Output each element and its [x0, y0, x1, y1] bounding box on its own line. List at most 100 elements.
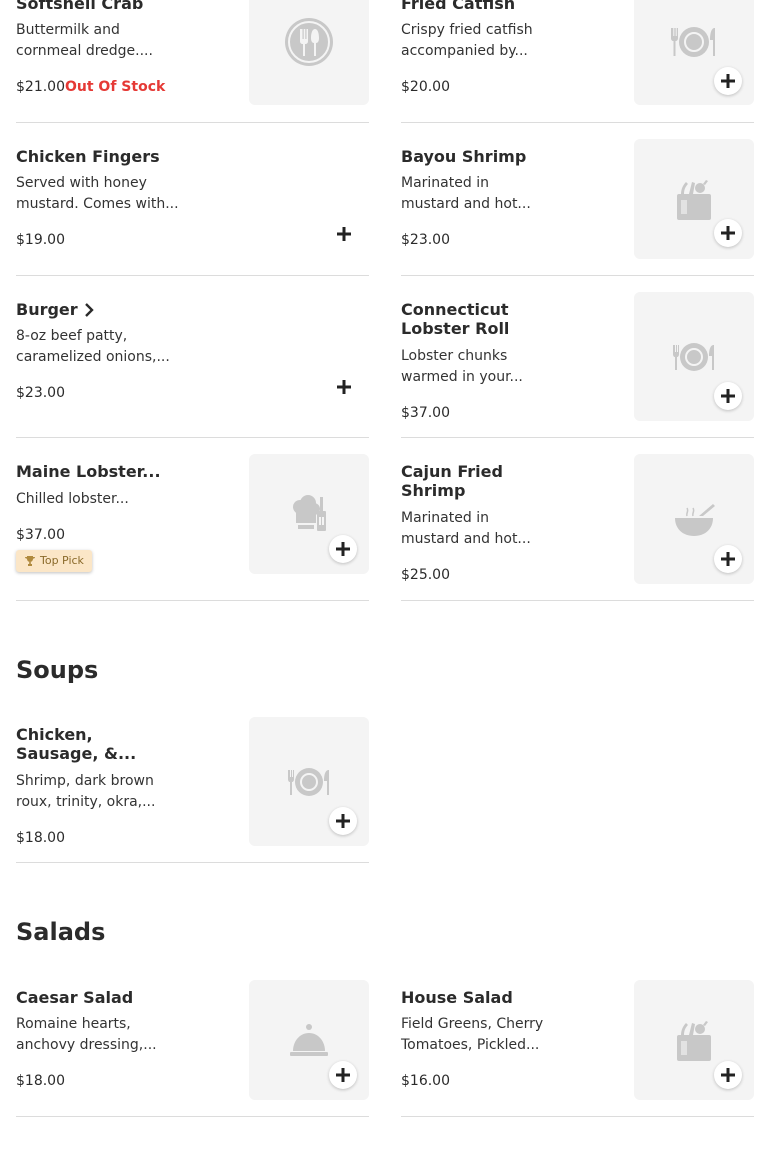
menu-item-burger[interactable]: Burger 8-oz beef patty, caramelized onio… [16, 292, 369, 438]
item-description: Served with honey mustard. Comes with... [16, 173, 191, 215]
menu-item-bayou-shrimp[interactable]: Bayou Shrimp Marinated in mustard and ho… [401, 139, 754, 276]
plus-icon [721, 389, 735, 403]
item-price: $25.00 [401, 567, 450, 583]
item-description-line: Romaine hearts, [16, 1016, 131, 1032]
add-to-cart-button[interactable] [329, 535, 357, 563]
item-name: Fried Catfish [401, 0, 516, 13]
item-description-line: Tomatoes, Pickled... [401, 1037, 540, 1053]
add-to-cart-button[interactable] [714, 545, 742, 573]
item-name: Softshell Crab [16, 0, 144, 13]
add-to-cart-button[interactable] [330, 220, 358, 248]
menu-item-chicken-sausage[interactable]: Chicken, Sausage, &... Shrimp, dark brow… [16, 717, 369, 863]
item-name: Burger [16, 300, 216, 319]
item-name: House Salad [401, 988, 513, 1007]
item-description: Shrimp, dark brown roux, trinity, okra,.… [16, 771, 191, 813]
item-name: Bayou Shrimp [401, 147, 527, 166]
plus-icon [721, 552, 735, 566]
item-name-line: Sausage, &... [16, 744, 137, 763]
item-name: Caesar Salad [16, 988, 134, 1007]
plate-utensils-icon [673, 342, 714, 371]
item-description-line: Buttermilk and [16, 22, 120, 38]
item-name-line: Lobster Roll [401, 319, 510, 338]
item-description: Romaine hearts, anchovy dressing,... [16, 1014, 191, 1056]
item-description-line: Field Greens, Cherry [401, 1016, 544, 1032]
menu-item-connecticut-lobster-roll[interactable]: Connecticut Lobster Roll Lobster chunks … [401, 292, 754, 438]
utensils-circle-icon [285, 17, 333, 66]
plus-icon [337, 227, 351, 241]
section-title-salads: Salads [16, 918, 106, 946]
plus-icon [337, 380, 351, 394]
item-description-line: roux, trinity, okra,... [16, 794, 156, 810]
add-to-cart-button[interactable] [714, 219, 742, 247]
soup-bowl-icon [675, 504, 715, 536]
item-description: Lobster chunks warmed in your... [401, 346, 576, 388]
trophy-icon [24, 556, 36, 566]
menu-item-softshell-crab[interactable]: Softshell Crab Buttermilk and cornmeal d… [16, 0, 369, 123]
item-description: Buttermilk and cornmeal dredge.... [16, 20, 191, 62]
item-name-line: Connecticut [401, 300, 509, 319]
item-name-line: Chicken, [16, 725, 93, 744]
item-price: $18.00 [16, 1073, 65, 1089]
item-description-line: Shrimp, dark brown [16, 773, 154, 789]
plus-icon [336, 542, 350, 556]
item-price: $20.00 [401, 79, 450, 95]
item-name: Maine Lobster... [16, 462, 161, 481]
item-description: 8-oz beef patty, caramelized onions,... [16, 326, 191, 368]
item-price: $37.00 [16, 527, 65, 543]
item-description-line: mustard and hot... [401, 196, 531, 212]
menu-item-chicken-fingers[interactable]: Chicken Fingers Served with honey mustar… [16, 139, 369, 276]
plus-icon [336, 814, 350, 828]
add-to-cart-button[interactable] [329, 1061, 357, 1089]
top-pick-badge: Top Pick [16, 550, 92, 572]
item-description-line: Marinated in [401, 175, 489, 191]
item-name-text: Burger [16, 300, 78, 319]
item-description: Marinated in mustard and hot... [401, 173, 576, 215]
menu-item-maine-lobster[interactable]: Maine Lobster... Chilled lobster... $37.… [16, 454, 369, 601]
item-description-line: Served with honey [16, 175, 147, 191]
item-name: Connecticut Lobster Roll [401, 300, 601, 338]
item-image[interactable] [249, 0, 369, 105]
item-description-line: accompanied by... [401, 43, 528, 59]
item-price: $23.00 [401, 232, 450, 248]
menu-item-house-salad[interactable]: House Salad Field Greens, Cherry Tomatoe… [401, 980, 754, 1117]
item-price: $37.00 [401, 405, 450, 421]
add-to-cart-button[interactable] [714, 67, 742, 95]
menu-item-cajun-fried-shrimp[interactable]: Cajun Fried Shrimp Marinated in mustard … [401, 454, 754, 601]
item-description-line: anchovy dressing,... [16, 1037, 157, 1053]
add-to-cart-button[interactable] [329, 807, 357, 835]
item-name-line: Shrimp [401, 481, 466, 500]
item-price: $21.00 [16, 79, 65, 95]
menu-item-caesar-salad[interactable]: Caesar Salad Romaine hearts, anchovy dre… [16, 980, 369, 1117]
grocery-bag-icon [677, 180, 711, 220]
item-description-line: Crispy fried catfish [401, 22, 533, 38]
add-to-cart-button[interactable] [330, 373, 358, 401]
add-to-cart-button[interactable] [714, 1061, 742, 1089]
menu-item-fried-catfish[interactable]: Fried Catfish Crispy fried catfish accom… [401, 0, 754, 123]
item-name-line: Cajun Fried [401, 462, 503, 481]
item-description-line: cornmeal dredge.... [16, 43, 153, 59]
chevron-right-icon[interactable] [84, 303, 94, 317]
badge-label: Top Pick [40, 554, 84, 567]
item-description-line: Marinated in [401, 510, 489, 526]
item-description: Marinated in mustard and hot... [401, 508, 576, 550]
item-description-line: Lobster chunks [401, 348, 508, 364]
item-description-line: caramelized onions,... [16, 349, 170, 365]
item-description-line: 8-oz beef patty, [16, 328, 128, 344]
item-description-line: Chilled lobster... [16, 491, 129, 507]
plate-utensils-icon [288, 767, 329, 796]
plus-icon [721, 1068, 735, 1082]
cloche-icon [290, 1024, 328, 1056]
item-description: Field Greens, Cherry Tomatoes, Pickled..… [401, 1014, 576, 1056]
plus-icon [721, 226, 735, 240]
item-name: Cajun Fried Shrimp [401, 462, 601, 500]
plus-icon [336, 1068, 350, 1082]
section-title-soups: Soups [16, 656, 99, 684]
item-description-line: warmed in your... [401, 369, 523, 385]
add-to-cart-button[interactable] [714, 382, 742, 410]
item-description-line: mustard and hot... [401, 531, 531, 547]
item-price: $23.00 [16, 385, 65, 401]
plate-utensils-icon [671, 26, 715, 57]
chef-icon [293, 495, 326, 531]
item-description: Crispy fried catfish accompanied by... [401, 20, 576, 62]
item-price: $18.00 [16, 830, 65, 846]
